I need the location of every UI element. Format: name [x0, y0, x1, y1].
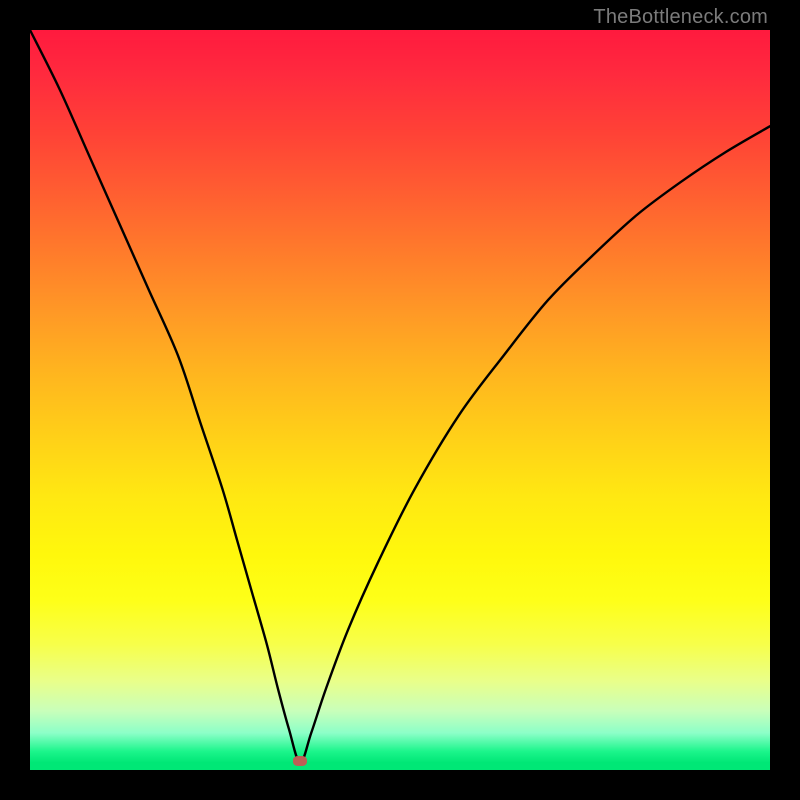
watermark-text: TheBottleneck.com [593, 6, 768, 29]
bottleneck-curve-line [30, 30, 770, 763]
chart-plot-area [30, 30, 770, 770]
chart-curve-layer [30, 30, 770, 770]
chart-marker-point [293, 756, 307, 766]
